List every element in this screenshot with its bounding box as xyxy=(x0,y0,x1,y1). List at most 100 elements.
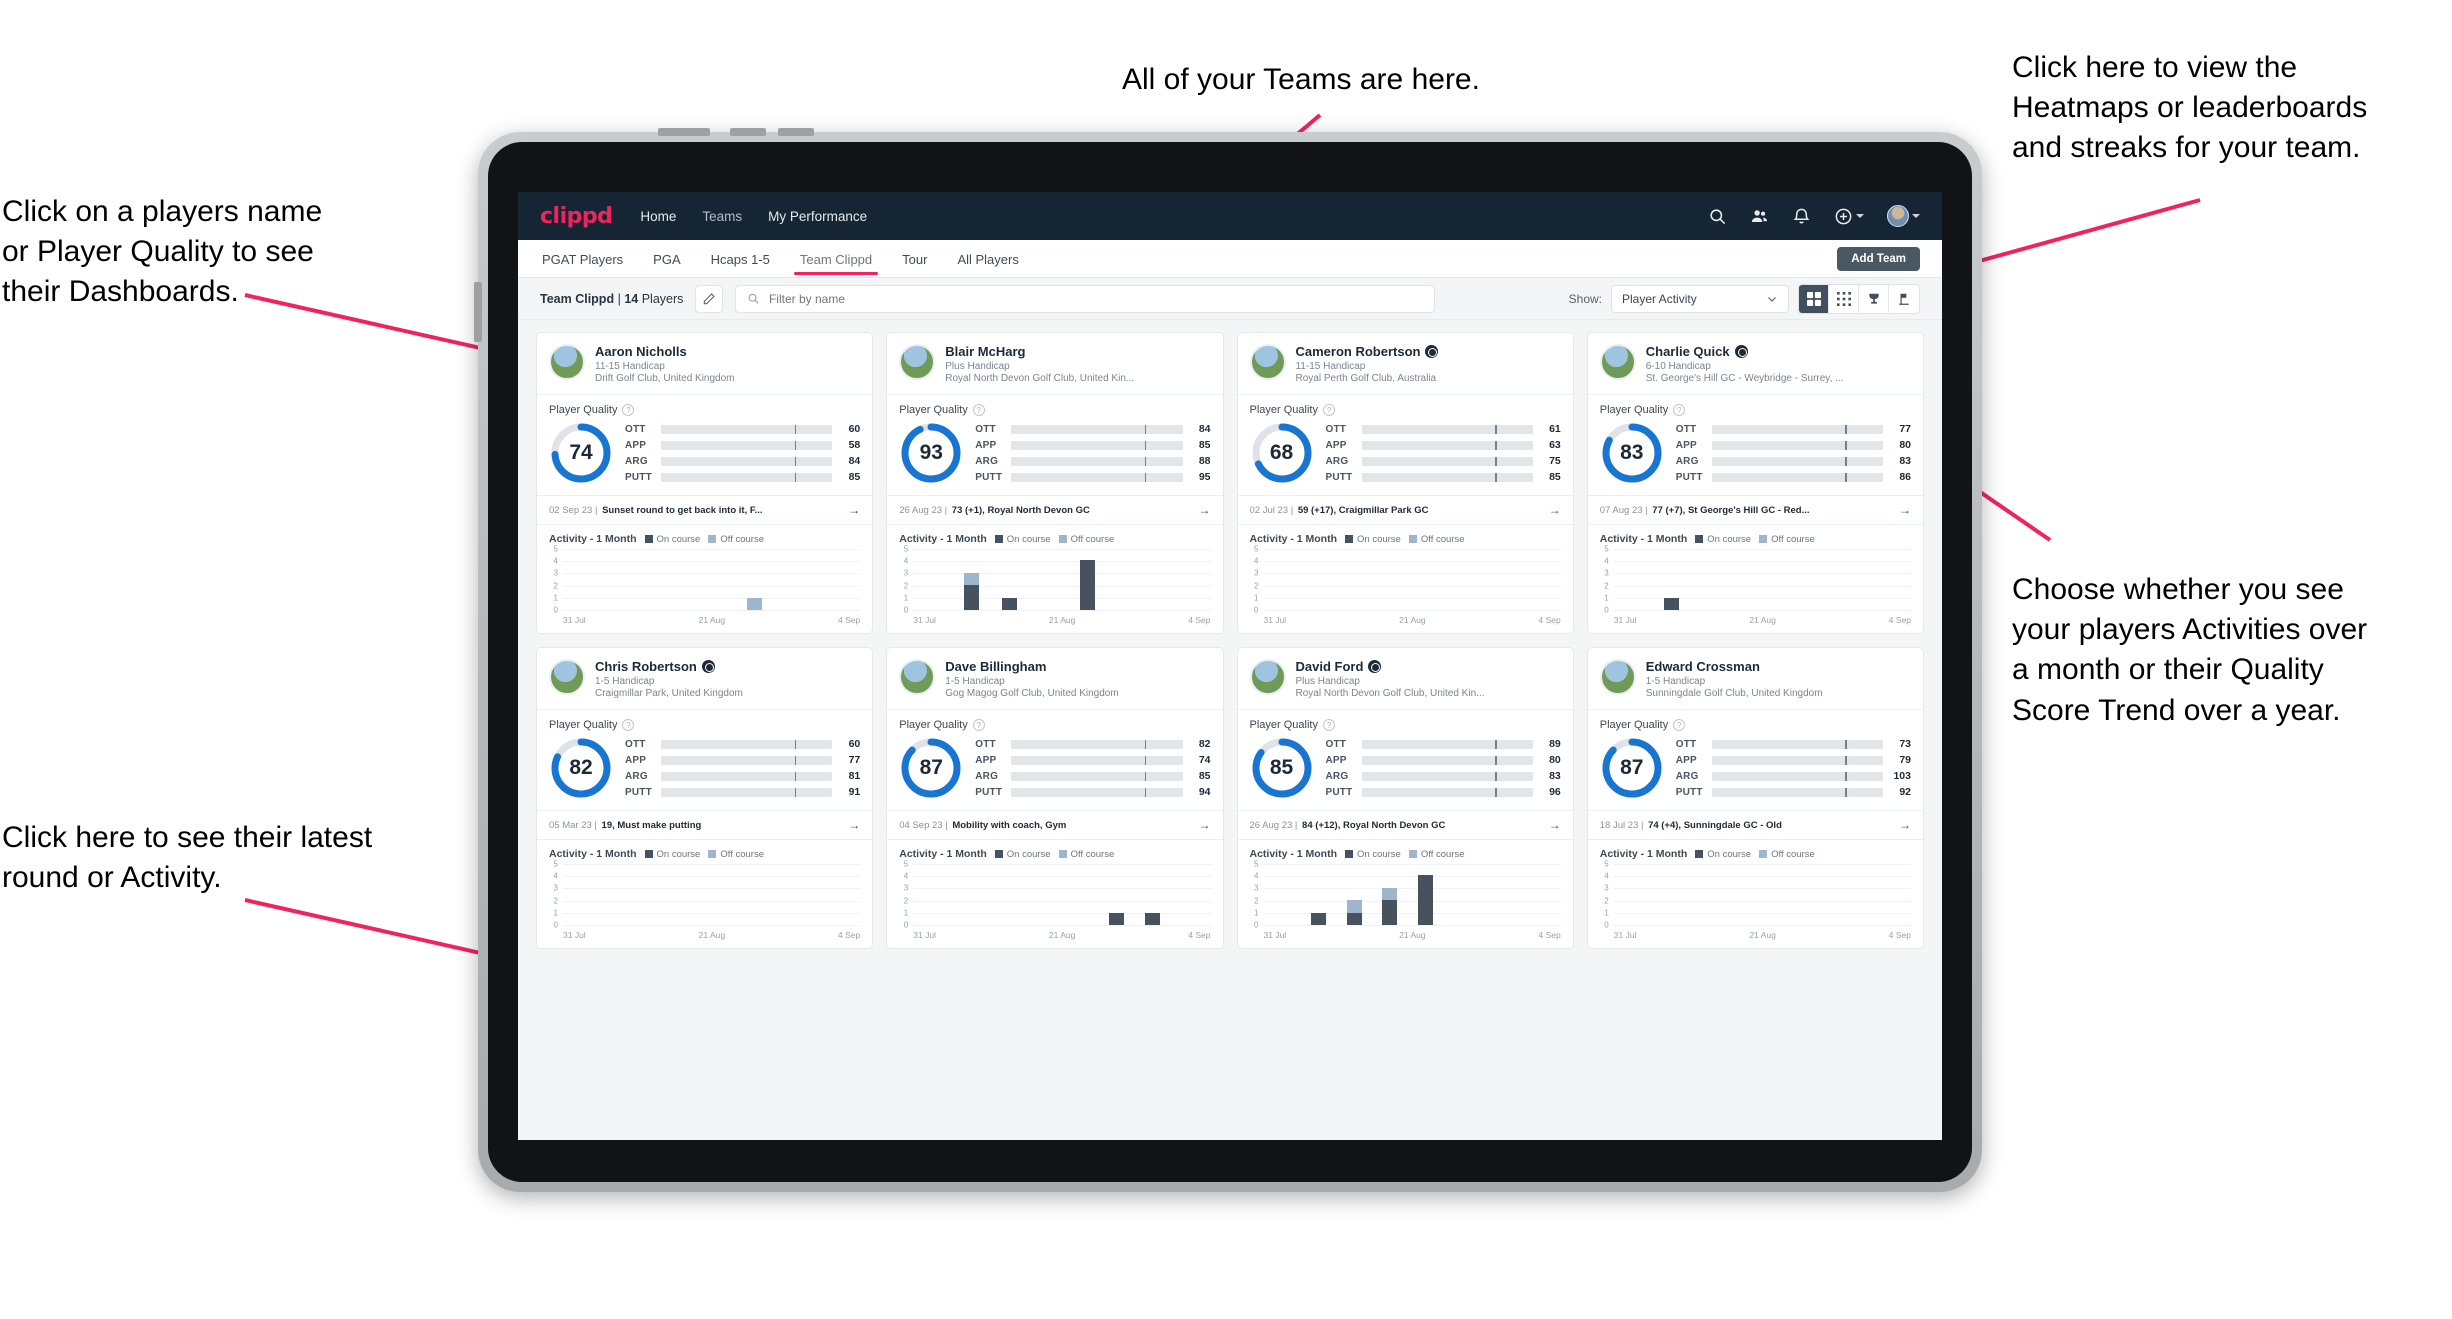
player-card[interactable]: Chris Robertson 1-5 Handicap Craigmillar P… xyxy=(536,647,874,949)
player-card[interactable]: Charlie Quick 6-10 Handicap St. George's H… xyxy=(1586,332,1924,634)
grid-dots-icon[interactable] xyxy=(1829,284,1859,313)
metric-label: APP xyxy=(1325,439,1347,451)
player-card-header[interactable]: Aaron Nicholls 11-15 Handicap Drift Golf C… xyxy=(537,333,872,394)
player-avatar[interactable] xyxy=(1599,659,1636,695)
tab-tour[interactable]: Tour xyxy=(900,243,929,275)
arrow-right-icon[interactable]: → xyxy=(1899,503,1911,517)
quality-score-ring[interactable]: 82 xyxy=(549,736,613,800)
player-name[interactable]: David Ford xyxy=(1296,659,1485,674)
player-card-header[interactable]: Cameron Robertson 11-15 Handicap Royal Per… xyxy=(1238,333,1573,394)
player-avatar[interactable] xyxy=(1599,344,1636,380)
people-icon[interactable] xyxy=(1750,207,1769,226)
bell-icon[interactable] xyxy=(1792,207,1811,226)
tab-pga[interactable]: PGA xyxy=(651,243,682,275)
player-card-header[interactable]: Chris Robertson 1-5 Handicap Craigmillar P… xyxy=(537,648,872,709)
player-card[interactable]: Cameron Robertson 11-15 Handicap Royal Per… xyxy=(1236,332,1574,634)
player-card-header[interactable]: Blair McHarg Plus Handicap Royal North Dev… xyxy=(887,333,1222,394)
help-icon[interactable]: ? xyxy=(972,404,985,416)
tab-all-players[interactable]: All Players xyxy=(955,243,1020,275)
arrow-right-icon[interactable]: → xyxy=(1549,818,1561,832)
quality-score-ring[interactable]: 83 xyxy=(1600,421,1664,485)
latest-round-row[interactable]: 07 Aug 23 | 77 (+7), St George's Hill GC… xyxy=(1587,495,1923,525)
metric-track xyxy=(1011,739,1183,749)
nav-link-my-performance[interactable]: My Performance xyxy=(768,209,867,224)
tab-team-clippd[interactable]: Team Clippd xyxy=(793,243,879,275)
edit-team-button[interactable] xyxy=(695,284,724,313)
power-button[interactable] xyxy=(658,128,710,136)
player-card-header[interactable]: Dave Billingham 1-5 Handicap Gog Magog Gol… xyxy=(887,648,1222,709)
player-avatar[interactable] xyxy=(1249,344,1286,380)
player-avatar[interactable] xyxy=(549,659,585,695)
trophy-icon[interactable] xyxy=(1859,284,1889,313)
help-icon[interactable]: ? xyxy=(972,719,985,731)
help-icon[interactable]: ? xyxy=(1673,404,1686,416)
latest-round-row[interactable]: 18 Jul 23 | 74 (+4), Sunningdale GC - Ol… xyxy=(1587,810,1923,840)
latest-round-row[interactable]: 26 Aug 23 | 84 (+12), Royal North Devon … xyxy=(1237,810,1573,840)
latest-round-row[interactable]: 04 Sep 23 | Mobility with coach, Gym → xyxy=(887,810,1223,840)
player-card-header[interactable]: David Ford Plus Handicap Royal North Devon… xyxy=(1238,648,1573,709)
help-icon[interactable]: ? xyxy=(622,404,635,416)
quality-score-ring[interactable]: 93 xyxy=(899,421,963,485)
player-card-header[interactable]: Edward Crossman 1-5 Handicap Sunningdale G… xyxy=(1588,648,1923,709)
player-avatar[interactable] xyxy=(549,344,585,380)
quality-score-ring[interactable]: 87 xyxy=(899,736,963,800)
show-select[interactable]: Player Activity xyxy=(1611,284,1789,313)
player-card[interactable]: David Ford Plus Handicap Royal North Devon… xyxy=(1236,647,1574,949)
activity-bar xyxy=(1418,875,1434,925)
plus-circle-icon[interactable] xyxy=(1834,207,1853,226)
side-button[interactable] xyxy=(474,282,482,342)
add-team-button[interactable]: Add Team xyxy=(1837,246,1920,271)
clippd-logo[interactable]: clippd xyxy=(540,204,613,229)
player-avatar[interactable] xyxy=(899,659,936,695)
search-input[interactable] xyxy=(768,291,1424,306)
help-icon[interactable]: ? xyxy=(622,719,635,731)
nav-link-home[interactable]: Home xyxy=(640,209,676,224)
arrow-right-icon[interactable]: → xyxy=(1199,503,1211,517)
search-box[interactable] xyxy=(735,284,1436,313)
arrow-right-icon[interactable]: → xyxy=(848,503,860,517)
latest-round-row[interactable]: 02 Sep 23 | Sunset round to get back int… xyxy=(537,495,873,525)
player-name[interactable]: Dave Billingham xyxy=(945,659,1118,674)
player-name[interactable]: Edward Crossman xyxy=(1646,659,1823,674)
account-menu[interactable] xyxy=(1887,205,1920,227)
quality-score-ring[interactable]: 74 xyxy=(549,421,613,485)
latest-round-row[interactable]: 02 Jul 23 | 59 (+17), Craigmillar Park G… xyxy=(1237,495,1573,525)
help-icon[interactable]: ? xyxy=(1673,719,1686,731)
add-menu[interactable] xyxy=(1834,207,1864,226)
player-name[interactable]: Aaron Nicholls xyxy=(595,344,735,359)
volume-up-button[interactable] xyxy=(730,128,766,136)
player-card[interactable]: Aaron Nicholls 11-15 Handicap Drift Golf C… xyxy=(536,332,874,634)
player-card[interactable]: Edward Crossman 1-5 Handicap Sunningdale G… xyxy=(1586,647,1924,949)
quality-score-ring[interactable]: 87 xyxy=(1600,736,1664,800)
arrow-right-icon[interactable]: → xyxy=(1899,818,1911,832)
grid-large-icon[interactable] xyxy=(1799,284,1829,313)
legend-off-course: Off course xyxy=(1058,534,1114,545)
player-name[interactable]: Chris Robertson xyxy=(595,659,743,674)
latest-round-row[interactable]: 26 Aug 23 | 73 (+1), Royal North Devon G… xyxy=(887,495,1223,525)
player-name[interactable]: Charlie Quick xyxy=(1646,344,1844,359)
player-name[interactable]: Blair McHarg xyxy=(945,344,1134,359)
arrow-right-icon[interactable]: → xyxy=(1549,503,1561,517)
quality-score-ring[interactable]: 68 xyxy=(1250,421,1314,485)
player-card[interactable]: Dave Billingham 1-5 Handicap Gog Magog Gol… xyxy=(886,647,1224,949)
volume-down-button[interactable] xyxy=(778,128,814,136)
arrow-right-icon[interactable]: → xyxy=(848,818,860,832)
quality-score-ring[interactable]: 85 xyxy=(1250,736,1314,800)
player-card[interactable]: Blair McHarg Plus Handicap Royal North Dev… xyxy=(886,332,1224,634)
player-name[interactable]: Cameron Robertson xyxy=(1296,344,1439,359)
tab-hcaps-1-5[interactable]: Hcaps 1-5 xyxy=(709,243,772,275)
streaks-icon[interactable] xyxy=(1889,285,1919,313)
player-avatar[interactable] xyxy=(1249,659,1286,695)
search-icon[interactable] xyxy=(1708,207,1727,226)
player-card-header[interactable]: Charlie Quick 6-10 Handicap St. George's H… xyxy=(1588,333,1923,394)
arrow-right-icon[interactable]: → xyxy=(1199,818,1211,832)
nav-link-teams[interactable]: Teams xyxy=(702,209,742,224)
latest-round-row[interactable]: 05 Mar 23 | 19, Must make putting → xyxy=(537,810,873,840)
help-icon[interactable]: ? xyxy=(1322,719,1335,731)
legend-on-course: On course xyxy=(644,534,700,545)
help-icon[interactable]: ? xyxy=(1322,404,1335,416)
avatar[interactable] xyxy=(1887,205,1909,227)
tab-pgat-players[interactable]: PGAT Players xyxy=(540,243,625,275)
y-axis-tick: 0 xyxy=(903,920,909,930)
player-avatar[interactable] xyxy=(899,344,936,380)
